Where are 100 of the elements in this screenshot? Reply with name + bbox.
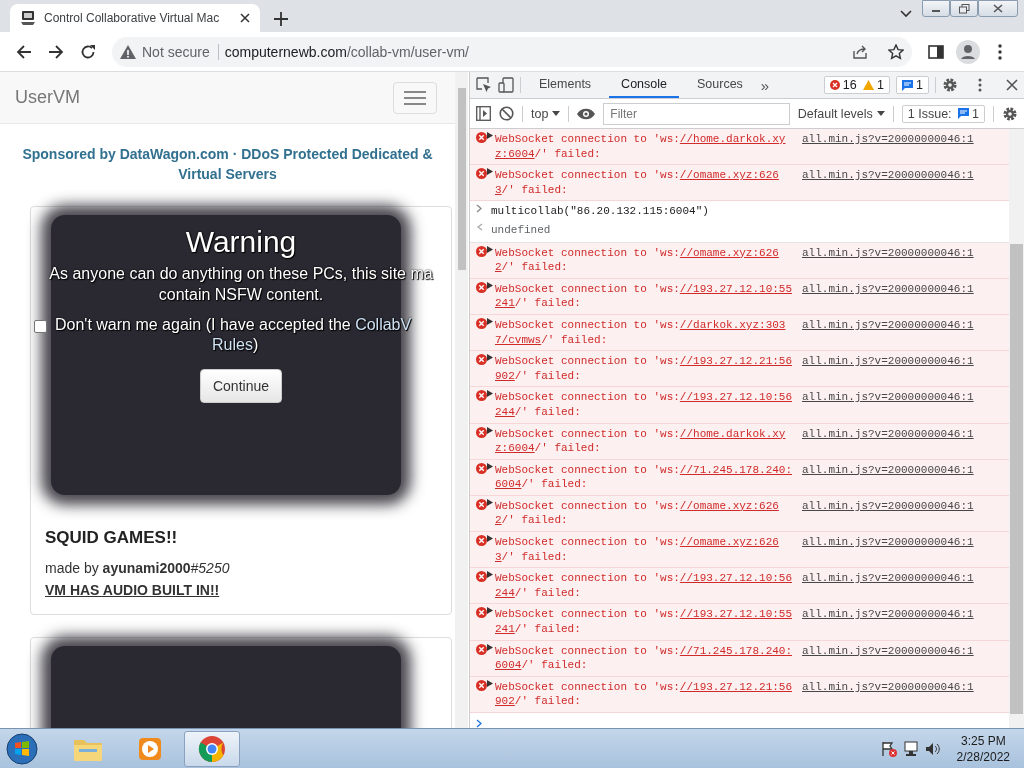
audio-note-link[interactable]: VM HAS AUDIO BUILT IN!! [45,582,437,598]
url-link[interactable]: //omame.xyz:626 [679,499,779,512]
more-icon[interactable] [978,78,982,92]
menu-button[interactable] [393,81,437,114]
close-icon[interactable] [1006,79,1018,91]
error-icon [476,354,487,366]
start-orb-icon[interactable] [6,732,38,765]
source-link[interactable]: all.min.js?v=20000000046:1 [802,535,974,565]
source-link[interactable]: all.min.js?v=20000000046:1 [802,132,974,162]
warning-text: contain NSFW content. [157,285,325,305]
rules-link[interactable]: Rules [212,336,253,353]
url-link[interactable]: 6004 [495,659,522,672]
source-link[interactable]: all.min.js?v=20000000046:1 [802,168,974,198]
device-toolbar-icon[interactable] [498,77,514,93]
continue-button[interactable]: Continue [199,369,282,403]
context-selector[interactable]: top [531,106,561,121]
eye-icon[interactable] [577,107,596,120]
console-message: WebSocket connection to 'ws://darkok.xyz:303 7/cvmws/' failed: [495,317,787,348]
console-message: WebSocket connection to 'ws://omame.xyz:626 3/' failed: [495,535,780,565]
source-link[interactable]: all.min.js?v=20000000046:1 [802,643,974,673]
more-tabs-button[interactable]: » [760,76,770,94]
source-link[interactable]: all.min.js?v=20000000046:1 [802,498,974,529]
url-link[interactable]: 3 [495,183,502,196]
back-arrow-icon [16,43,32,60]
source-link[interactable]: all.min.js?v=20000000046:1 [802,679,974,709]
restore-button[interactable] [950,0,978,17]
sponsor-link[interactable]: Sponsored by DataWagon.com · DDoS Protected Dedicated & Virtual Servers [0,124,455,184]
network-icon[interactable] [902,740,919,757]
url-link[interactable]: //193.27.12.21:56 [679,680,793,693]
prompt-icon[interactable] [476,719,482,728]
taskbar-app[interactable] [184,730,240,767]
star-icon[interactable] [888,43,904,60]
url-link[interactable]: //193.27.12.10:56 [679,391,793,404]
source-link[interactable]: all.min.js?v=20000000046:1 [802,317,974,348]
source-link[interactable]: all.min.js?v=20000000046:1 [802,462,974,492]
url-text: computernewb.com/collab-vm/user-vm/ [224,43,469,60]
settings-icon[interactable] [1002,105,1018,122]
minimize-button[interactable] [922,0,950,17]
source-link[interactable]: all.min.js?v=20000000046:1 [802,354,974,384]
url-link[interactable]: //omame.xyz:626 [679,246,779,259]
url-link[interactable]: //omame.xyz:626 [679,169,779,182]
url-link[interactable]: 902 [495,695,515,708]
source-link[interactable]: all.min.js?v=20000000046:1 [802,426,974,456]
result-text: undefined [491,222,551,238]
sidebar-icon[interactable] [476,106,491,121]
url-link[interactable]: //193.27.12.10:55 [679,282,793,295]
devtools-tab[interactable]: Elements [527,72,604,98]
url-link[interactable]: 241 [495,623,515,636]
url-link[interactable]: //193.27.12.10:56 [679,572,793,585]
url-link[interactable]: 2 [495,261,502,274]
clear-icon[interactable] [499,106,514,121]
chrome-icon[interactable] [198,734,226,763]
caret-icon[interactable] [900,10,912,18]
url-link[interactable]: //193.27.12.10:55 [679,608,793,621]
error-icon [476,607,487,619]
url-link[interactable]: //home.darkok.xy [679,427,786,440]
issues-badge[interactable]: 1 Issue: 1 [901,104,986,123]
devtools-tab[interactable]: Sources [685,72,755,98]
url-link[interactable]: //darkok.xyz:303 [679,318,786,331]
inspect-icon[interactable] [476,77,492,93]
url-link[interactable]: //home.darkok.xy [679,133,786,145]
log-levels-selector[interactable]: Default levels [797,106,885,121]
security-label: Not secure [142,43,219,60]
source-link[interactable]: all.min.js?v=20000000046:1 [802,245,974,275]
prompt-icon [476,204,482,214]
url-link[interactable]: 241 [495,297,515,310]
share-icon[interactable] [852,43,868,60]
url-link[interactable]: 244 [495,405,515,418]
scrollbar[interactable] [455,72,468,728]
url-link[interactable]: 902 [495,369,515,382]
url-link[interactable]: 3 [495,550,502,563]
message-count-badge[interactable]: 1 [896,76,929,94]
vm-card[interactable] [30,206,452,615]
checkbox[interactable] [34,320,47,333]
url-link[interactable]: //71.245.178.240: [679,463,793,476]
clock[interactable]: 3:25 PM 2/28/2022 [956,732,1010,765]
close-icon[interactable] [240,13,250,23]
address-bar[interactable]: Not secure computernewb.com/collab-vm/user-vm/ [112,36,912,67]
site-brand[interactable]: UserVM [15,87,80,108]
url-link[interactable]: //omame.xyz:626 [679,536,779,549]
url-link[interactable]: 2 [495,514,502,527]
source-link[interactable]: all.min.js?v=20000000046:1 [802,281,974,311]
error-count-badge[interactable]: 16 1 [823,76,891,94]
browser-tab[interactable]: Control Collaborative Virtual Mac [10,4,260,32]
url-link[interactable]: //193.27.12.21:56 [679,355,793,368]
url-link[interactable]: 7/cvmws [495,333,542,346]
url-link[interactable]: 244 [495,586,515,599]
source-link[interactable]: all.min.js?v=20000000046:1 [802,571,974,601]
url-link[interactable]: z:6004 [495,442,535,455]
filter-field[interactable]: Filter [603,102,790,125]
settings-icon[interactable] [942,77,958,93]
url-link[interactable]: z:6004 [495,147,535,160]
url-link[interactable]: 6004 [495,478,522,491]
source-link[interactable]: all.min.js?v=20000000046:1 [802,607,974,637]
new-tab-icon[interactable] [274,12,288,26]
url-link[interactable]: //71.245.178.240: [679,644,793,657]
close-button[interactable] [978,0,1018,17]
action-center-flag-icon[interactable] [880,740,897,757]
source-link[interactable]: all.min.js?v=20000000046:1 [802,390,974,420]
scrollbar[interactable] [1009,129,1024,728]
